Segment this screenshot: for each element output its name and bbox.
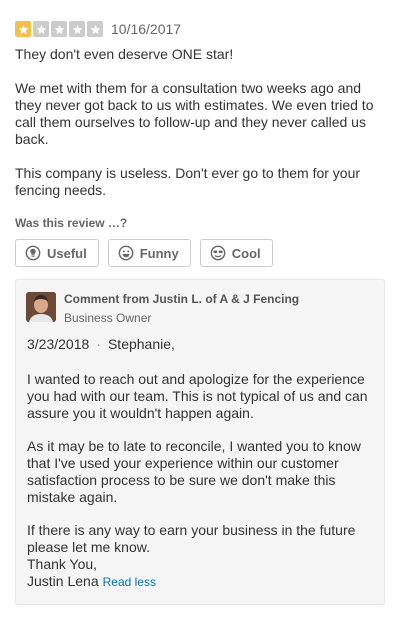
comment-body: I wanted to reach out and apologize for … [27,371,377,591]
cool-label: Cool [231,245,261,261]
smiley-icon [118,245,134,261]
star-icon [15,21,31,37]
funny-button[interactable]: Funny [107,239,191,267]
comment-paragraph: I wanted to reach out and apologize for … [27,371,368,421]
cool-button[interactable]: Cool [199,239,273,267]
vote-buttons: Useful Funny Cool [15,239,385,267]
business-comment: Comment from Justin L. of A & J Fencing … [15,279,385,605]
separator: · [96,336,101,352]
useful-button[interactable]: Useful [15,239,99,267]
star-icon [51,21,67,37]
lightbulb-icon [25,245,41,261]
comment-paragraph: As it may be to late to reconcile, I wan… [27,438,361,505]
vote-prompt: Was this review …? [15,216,128,230]
comment-title: Comment from Justin L. of A & J Fencing [64,292,300,306]
review-paragraph: This company is useless. Don't ever go t… [15,165,361,198]
comment-signature: Justin Lena [27,573,99,589]
star-icon [87,21,103,37]
review-date: 10/16/2017 [111,21,182,37]
review-paragraph: We met with them for a consultation two … [15,80,374,147]
review-paragraph: They don't even deserve ONE star! [15,46,234,62]
star-icon [33,21,49,37]
comment-header: 3/23/2018 · Stephanie, [27,336,175,352]
rating-row: 10/16/2017 [15,20,385,38]
read-less-link[interactable]: Read less [103,575,156,589]
comment-paragraph: If there is any way to earn your busines… [27,522,356,555]
funny-label: Funny [139,245,179,261]
comment-greeting: Stephanie, [107,336,175,352]
review-body: They don't even deserve ONE star! We met… [15,46,385,199]
review: 10/16/2017 They don't even deserve ONE s… [15,20,385,267]
sunglasses-icon [210,245,226,261]
star-rating [15,21,103,37]
comment-date: 3/23/2018 [27,336,90,352]
comment-closing: Thank You, [27,556,98,572]
avatar [26,292,56,322]
owner-role: Business Owner [64,311,152,325]
star-icon [69,21,85,37]
owner-header: Comment from Justin L. of A & J Fencing … [26,292,299,326]
useful-label: Useful [47,245,87,261]
comment-signature-line: Justin Lena Read less [27,573,377,591]
